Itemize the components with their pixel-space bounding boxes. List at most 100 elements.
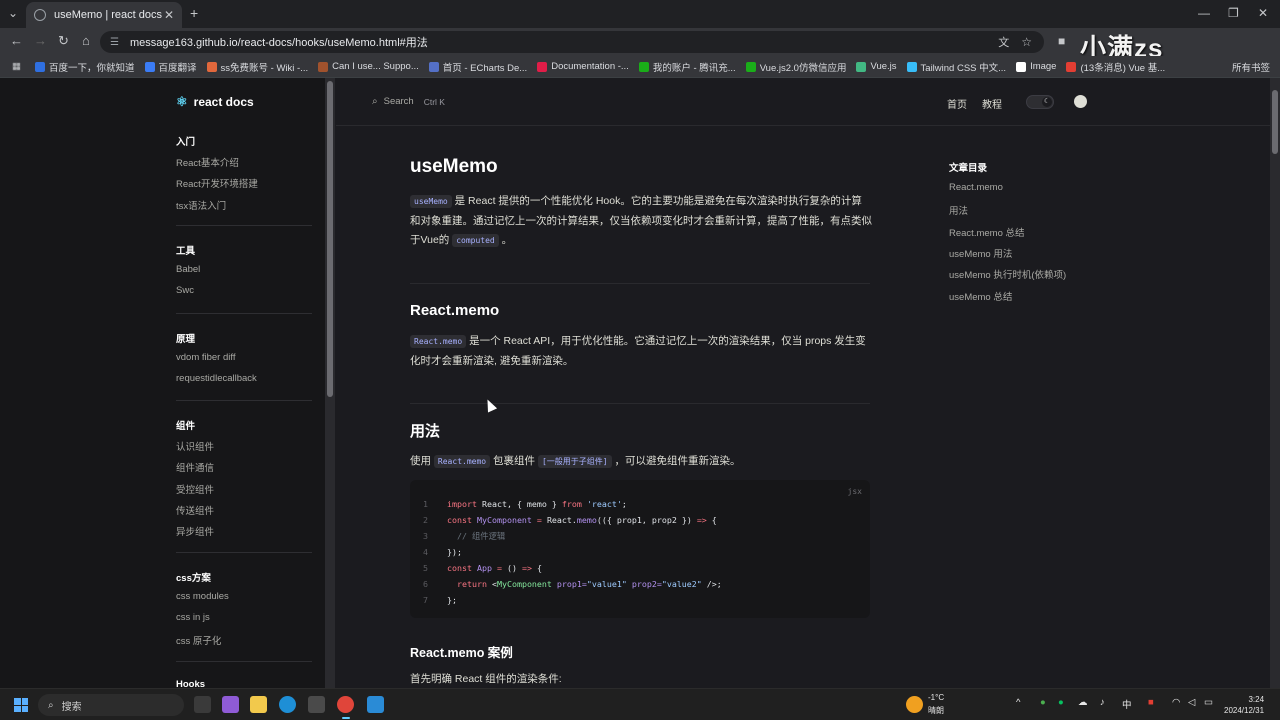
forward-icon[interactable]: → — [34, 33, 47, 48]
battery-icon[interactable]: ▭ — [1204, 697, 1213, 708]
wifi-icon[interactable]: ◠ — [1172, 697, 1180, 708]
bookmark-favicon-icon — [1066, 61, 1077, 72]
maximize-icon[interactable]: ❐ — [1228, 6, 1239, 20]
sidebar-item[interactable]: React开发环境搭建 — [176, 176, 258, 190]
usage-paragraph: 使用 React.memo 包裹组件 [一般用于子组件] ，可以避免组件重新渲染… — [410, 455, 741, 468]
settings-icon[interactable] — [308, 696, 325, 713]
new-tab-button[interactable]: + — [190, 5, 198, 21]
minimize-icon[interactable]: — — [1198, 6, 1210, 20]
github-icon[interactable] — [1074, 95, 1087, 108]
bookmark-star-icon[interactable]: ☆ — [1021, 35, 1032, 49]
volume-icon[interactable]: ◁ — [1188, 697, 1195, 708]
sidebar-item[interactable]: css in js — [176, 612, 210, 623]
url-bar[interactable]: ☰ message163.github.io/react-docs/hooks/… — [100, 31, 1044, 53]
taskbar-search[interactable]: ⌕ 搜索 — [38, 694, 184, 716]
visual-studio-icon[interactable] — [222, 696, 239, 713]
task-view-icon[interactable] — [194, 696, 211, 713]
sidebar-item[interactable]: vdom fiber diff — [176, 352, 236, 363]
wechat-icon[interactable]: ● — [1058, 697, 1064, 708]
sidebar-item[interactable]: React基本介绍 — [176, 155, 239, 169]
line-number: 7 — [423, 595, 428, 605]
sidebar-item[interactable]: 认识组件 — [176, 439, 214, 453]
toc-item[interactable]: 用法 — [949, 203, 968, 217]
tab-search-icon[interactable]: ⌄ — [8, 6, 18, 20]
bookmark-item[interactable]: (13条消息) Vue 基... — [1066, 60, 1165, 74]
window-close-icon[interactable]: ✕ — [1258, 6, 1268, 20]
chrome-icon[interactable] — [337, 696, 354, 719]
vscode-icon[interactable] — [367, 696, 384, 713]
sidebar-item[interactable]: css 原子化 — [176, 633, 221, 647]
sidebar-item[interactable]: 受控组件 — [176, 482, 214, 496]
bookmark-item[interactable]: Image — [1016, 61, 1056, 72]
bookmark-favicon-icon — [638, 61, 649, 72]
tab-close-icon[interactable]: ✕ — [164, 8, 174, 22]
tab-active[interactable]: useMemo | react docs ✕ — [26, 2, 182, 28]
tray-overflow-icon[interactable]: ^ — [1016, 697, 1020, 708]
search-icon: ⌕ — [48, 699, 54, 711]
home-icon[interactable]: ⌂ — [82, 33, 90, 48]
toc-item[interactable]: useMemo 用法 — [949, 246, 1012, 260]
apps-grid-icon[interactable]: ▦ — [12, 61, 21, 72]
bookmark-favicon-icon — [1016, 61, 1027, 72]
bookmark-item[interactable]: Can I use... Suppo... — [318, 61, 419, 72]
theme-toggle[interactable]: ☾ — [1026, 95, 1054, 109]
weather-icon[interactable] — [906, 696, 923, 713]
nav-link-home[interactable]: 首页 — [947, 96, 967, 111]
windows-start-icon[interactable] — [14, 698, 28, 712]
bookmark-item[interactable]: 首页 - ECharts De... — [428, 60, 527, 74]
ime-indicator[interactable]: 中 — [1122, 697, 1132, 711]
extension-icon[interactable]: ■ — [1058, 34, 1065, 48]
bookmark-item[interactable]: 我的账户 - 腾讯充... — [638, 60, 736, 74]
toc-title: 文章目录 — [949, 163, 988, 174]
all-bookmarks[interactable]: 所有书签 — [1232, 60, 1270, 74]
bookmark-item[interactable]: Tailwind CSS 中文... — [906, 60, 1006, 74]
translate-icon[interactable]: 文 — [998, 34, 1009, 50]
search-icon: ⌕ — [372, 96, 378, 107]
sidebar-item[interactable]: tsx语法入门 — [176, 198, 226, 212]
inline-code: React.memo — [433, 455, 491, 468]
site-logo[interactable]: ⚛ react docs — [176, 94, 254, 110]
mic-icon[interactable]: ♪ — [1100, 697, 1105, 708]
top-nav: ⌕ Search Ctrl K 首页 教程 ☾ — [336, 78, 1270, 126]
sidebar-section-title: Hooks — [176, 678, 206, 689]
weather-desc: 晴朗 — [928, 706, 944, 715]
tray-app-icon[interactable]: ● — [1040, 697, 1046, 708]
file-explorer-icon[interactable] — [250, 696, 267, 713]
search-button[interactable]: ⌕ Search Ctrl K — [372, 96, 445, 107]
toc-item[interactable]: useMemo 总结 — [949, 289, 1012, 303]
sidebar-item[interactable]: 传送组件 — [176, 503, 214, 517]
input-method-icon[interactable]: ■ — [1148, 697, 1154, 708]
toc-item[interactable]: React.memo 总结 — [949, 225, 1025, 239]
page-scrollbar[interactable] — [1270, 78, 1280, 688]
clock[interactable]: 3:24 2024/12/31 — [1224, 694, 1264, 716]
sidebar-item[interactable]: requestidlecallback — [176, 373, 257, 384]
sidebar-item[interactable]: Swc — [176, 285, 194, 296]
sidebar-item[interactable]: css modules — [176, 591, 229, 602]
bookmark-item[interactable]: 百度一下，你就知道 — [34, 60, 135, 74]
sidebar-scrollbar-thumb[interactable] — [327, 81, 333, 397]
page-scrollbar-thumb[interactable] — [1272, 90, 1278, 154]
bookmark-item[interactable]: ss免费账号 - Wiki -... — [206, 60, 308, 74]
code-block[interactable]: jsx 1234567 import React, { memo } from … — [410, 480, 870, 618]
sidebar-divider — [176, 551, 312, 553]
sidebar-item[interactable]: Babel — [176, 264, 200, 275]
sidebar-item[interactable]: 组件通信 — [176, 460, 214, 474]
bookmark-item[interactable]: Vue.js — [856, 61, 897, 72]
back-icon[interactable]: ← — [10, 33, 23, 48]
nav-link-tutorial[interactable]: 教程 — [982, 96, 1002, 111]
edge-icon[interactable] — [279, 696, 296, 713]
toc-item[interactable]: React.memo — [949, 182, 1003, 193]
bookmark-item[interactable]: 百度翻译 — [144, 60, 197, 74]
site-info-icon[interactable]: ☰ — [110, 37, 122, 48]
weather-temp: -1°C — [928, 693, 945, 702]
url-text: message163.github.io/react-docs/hooks/us… — [130, 37, 428, 49]
sidebar-item[interactable]: 异步组件 — [176, 524, 214, 538]
line-number: 2 — [423, 515, 428, 525]
sidebar: ⚛ react docs 入门 React基本介绍 React开发环境搭建 tsx语法… — [0, 78, 325, 688]
reload-icon[interactable]: ↻ — [58, 33, 69, 49]
bookmark-item[interactable]: Documentation -... — [537, 61, 629, 72]
toc-item[interactable]: useMemo 执行时机(依赖项) — [949, 267, 1066, 281]
bookmark-item[interactable]: Vue.js2.0仿微信应用 — [745, 60, 846, 74]
cloud-icon[interactable]: ☁ — [1078, 697, 1088, 708]
sidebar-section-title: 入门 — [176, 137, 196, 148]
